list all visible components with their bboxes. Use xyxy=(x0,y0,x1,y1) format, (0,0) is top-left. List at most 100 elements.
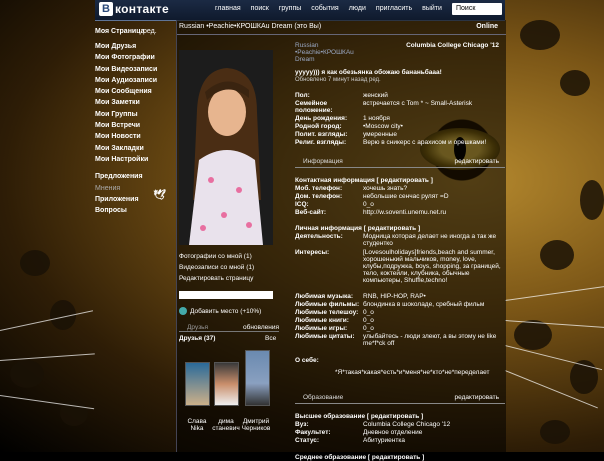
row-value[interactable]: 1 ноября xyxy=(363,115,390,122)
sidebar-item-notes[interactable]: Мои Заметки xyxy=(95,97,171,108)
row-value[interactable]: Columbia College Chicago '12 xyxy=(363,421,450,428)
nav-groups[interactable]: группы xyxy=(279,5,301,12)
row-value[interactable]: [Lovesoulholidays]friends,beach and summ… xyxy=(363,249,503,291)
contact-header[interactable]: Контактная информация [ редактировать ] xyxy=(295,177,433,184)
row-label: Любимые цитаты: xyxy=(295,333,355,340)
personal-header[interactable]: Личная информация [ редактировать ] xyxy=(295,225,420,232)
add-rating-button[interactable]: Добавить место (+10%) xyxy=(179,307,261,315)
nav-logout[interactable]: выйти xyxy=(422,5,442,12)
row-value: улыбайтесь - люди злеют, а вы этому не l… xyxy=(363,333,497,347)
photos-of-me-link[interactable]: Фотографии со мной (1) xyxy=(179,253,252,260)
row-value: *Я*такая*какая*есть*и*меня*не*кто*не*пер… xyxy=(335,369,490,376)
friend-first-name: Слава xyxy=(187,418,207,425)
friend-name[interactable]: Дмитрий Черников xyxy=(241,418,271,432)
row-value[interactable]: Абитуриентка xyxy=(363,437,405,444)
row-value: 0_o xyxy=(363,201,374,208)
row-label: Любимые фильмы: xyxy=(295,301,360,308)
edit-page-link[interactable]: Редактировать страницу xyxy=(179,275,253,282)
sidebar-item-label: Моя Страница xyxy=(95,28,145,35)
add-rating-label: Добавить место (+10%) xyxy=(190,307,262,315)
row-value[interactable]: встречается с Tom * ~ Small-Asterisk xyxy=(363,100,472,107)
sidebar-item-events[interactable]: Мои Встречи xyxy=(95,120,171,131)
friend-avatar[interactable] xyxy=(214,362,239,406)
sidebar-item-friends[interactable]: Мои Друзья xyxy=(95,41,171,52)
sidebar-item-my-page[interactable]: Моя Страница ред. xyxy=(95,26,171,38)
friends-updates-link[interactable]: обновления xyxy=(243,324,279,331)
sidebar-item-photos[interactable]: Мои Фотографии xyxy=(95,52,171,63)
row-label: Веб-сайт: xyxy=(295,209,327,216)
sidebar-item-questions[interactable]: Вопросы xyxy=(95,205,171,216)
nav-home[interactable]: главная xyxy=(215,5,241,12)
friend-last-name: станевич xyxy=(212,425,240,432)
row-label: Религ. взгляды: xyxy=(295,139,347,146)
friend-last-name: Черников xyxy=(241,425,271,432)
edit-link[interactable]: редактировать xyxy=(455,158,499,165)
friend-first-name: дима xyxy=(218,418,234,425)
nav-events[interactable]: события xyxy=(311,5,338,12)
friends-all-link[interactable]: Все xyxy=(265,335,276,342)
divider xyxy=(179,331,279,332)
row-value: хочешь знать? xyxy=(363,185,408,192)
row-value[interactable]: 0_o xyxy=(363,317,374,324)
friend-name[interactable]: Слава Nika xyxy=(182,418,212,432)
row-value[interactable]: 0_o xyxy=(363,309,374,316)
row-value[interactable]: •Moscow city• xyxy=(363,123,403,130)
online-status: Online xyxy=(476,23,498,30)
sidebar-item-videos[interactable]: Мои Видеозаписи xyxy=(95,64,171,75)
videos-of-me-link[interactable]: Видеозаписи со мной (1) xyxy=(179,264,254,271)
row-label: Полит. взгляды: xyxy=(295,131,348,138)
sidebar-item-audio[interactable]: Мои Аудиозаписи xyxy=(95,75,171,86)
profile-photo[interactable] xyxy=(179,50,273,245)
row-label: Родной город: xyxy=(295,123,342,130)
row-value[interactable]: умеренные xyxy=(363,131,397,138)
friend-name[interactable]: дима станевич xyxy=(211,418,241,432)
logo-badge: B xyxy=(99,2,113,16)
nav-invite[interactable]: пригласить xyxy=(376,5,412,12)
row-label: Деятельность: xyxy=(295,233,343,240)
friend-avatar[interactable] xyxy=(245,350,270,406)
friend-last-name: Nika xyxy=(190,425,204,432)
edit-link[interactable]: ред. xyxy=(143,26,157,37)
nav-people[interactable]: люди xyxy=(349,5,366,12)
friends-count[interactable]: Друзья (37) xyxy=(179,335,215,342)
row-label: Статус: xyxy=(295,437,320,444)
profile-photo-image xyxy=(179,50,273,245)
profile-school: Columbia College Chicago '12 xyxy=(406,42,499,49)
row-value[interactable]: Дневное отделение xyxy=(363,429,422,436)
search-input[interactable]: Поиск xyxy=(452,3,502,15)
top-nav: главная поиск группы события люди пригла… xyxy=(215,5,442,12)
sidebar-item-offers[interactable]: Предложения xyxy=(95,171,171,182)
rating-icon xyxy=(179,307,187,315)
row-value: Модница которая делает не иногда а так ж… xyxy=(363,233,497,247)
edit-link[interactable]: редактировать xyxy=(455,394,499,401)
row-label: День рождения: xyxy=(295,115,348,122)
sidebar-item-news[interactable]: Мои Новости xyxy=(95,131,171,142)
sidebar-item-groups[interactable]: Мои Группы xyxy=(95,109,171,120)
row-label: Интересы: xyxy=(295,249,330,256)
nav-search[interactable]: поиск xyxy=(251,5,269,12)
friend-avatar[interactable] xyxy=(185,362,210,406)
secondary-education-header[interactable]: Среднее образование [ редактировать ] xyxy=(295,454,424,461)
row-label: Любимые игры: xyxy=(295,325,348,332)
logo-text: контакте xyxy=(115,2,169,16)
row-value[interactable]: блондинка в шоколаде, сребный фильм xyxy=(363,301,484,308)
sidebar-item-settings[interactable]: Мои Настройки xyxy=(95,154,171,165)
row-label: Семейное положение: xyxy=(295,100,333,114)
row-value: женский xyxy=(363,92,388,99)
section-title: Образование xyxy=(303,394,344,401)
friend-first-name: Дмитрий xyxy=(242,418,270,425)
profile-name-header: Russian •Peachie•КРОШКАu Dream xyxy=(295,42,354,63)
vkontakte-logo[interactable]: B контакте xyxy=(99,2,169,16)
education-header[interactable]: Высшее образование [ редактировать ] xyxy=(295,413,423,420)
row-value[interactable]: 0_o xyxy=(363,325,374,332)
row-label: Вуз: xyxy=(295,421,309,428)
website-link[interactable]: http://w.soventi.unemu.net.ru xyxy=(363,209,446,216)
sidebar-item-bookmarks[interactable]: Мои Закладки xyxy=(95,143,171,154)
row-value[interactable]: RNB, HIP-HOP, RAP• xyxy=(363,293,426,300)
sidebar-item-messages[interactable]: Мои Сообщения xyxy=(95,86,171,97)
row-label: ICQ: xyxy=(295,201,309,208)
status-updated: Обновлено 7 минут назад ред. xyxy=(295,77,381,83)
status-text[interactable]: ууууу))) я как обезьянка обожаю бананьба… xyxy=(295,69,442,76)
section-title: Информация xyxy=(303,158,343,165)
sidebar-menu: Моя Страница ред. Мои Друзья Мои Фотогра… xyxy=(95,26,171,216)
